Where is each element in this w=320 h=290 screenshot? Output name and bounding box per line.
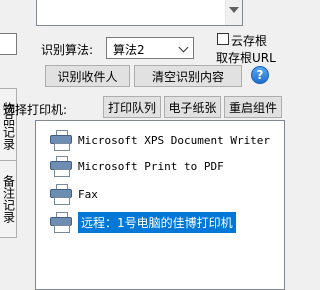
printer-icon xyxy=(50,184,72,205)
restart-component-button[interactable]: 重启组件 xyxy=(224,96,282,118)
printer-list-item[interactable]: Microsoft Print to PDF xyxy=(50,155,224,177)
printer-name: Microsoft Print to PDF xyxy=(78,159,224,173)
printer-icon xyxy=(50,212,72,233)
get-url-label[interactable]: 取存根URL xyxy=(216,49,276,66)
printer-name: 远程：1号电脑的佳博打印机 xyxy=(78,211,236,233)
tab-item-records[interactable]: 物品记录 xyxy=(0,88,17,164)
chevron-down-icon xyxy=(178,42,189,53)
recognition-textarea[interactable] xyxy=(36,0,243,26)
select-printer-label: 选择打印机: xyxy=(3,103,68,117)
scroll-down-arrow-icon[interactable] xyxy=(229,7,239,13)
left-partial-input[interactable] xyxy=(0,33,17,55)
algorithm-label: 识别算法: xyxy=(41,43,94,57)
help-icon[interactable]: ? xyxy=(251,66,269,84)
textarea-scrollbar[interactable] xyxy=(225,0,242,25)
printer-name: Fax xyxy=(78,187,98,201)
print-queue-button[interactable]: 打印队列 xyxy=(103,96,161,118)
clear-recognition-button[interactable]: 清空识别内容 xyxy=(134,65,242,87)
printer-list-item[interactable]: Microsoft XPS Document Writer xyxy=(50,129,270,151)
printer-name: Microsoft XPS Document Writer xyxy=(78,133,271,147)
cloud-save-checkbox[interactable] xyxy=(217,33,229,45)
algorithm-select[interactable]: 算法2 xyxy=(106,37,194,59)
printer-list-item-selected[interactable]: 远程：1号电脑的佳博打印机 xyxy=(50,211,236,233)
printer-icon xyxy=(50,156,72,177)
tab-notes-records[interactable]: 备注记录 xyxy=(0,160,17,238)
algorithm-select-value: 算法2 xyxy=(113,43,145,57)
electronic-paper-button[interactable]: 电子纸张 xyxy=(164,96,221,118)
cloud-save-label[interactable]: 云存根 xyxy=(231,32,267,49)
printer-icon xyxy=(50,130,72,151)
printer-list-item[interactable]: Fax xyxy=(50,183,98,205)
printer-list[interactable]: Microsoft XPS Document Writer Microsoft … xyxy=(35,120,285,290)
recognize-recipient-button[interactable]: 识别收件人 xyxy=(45,65,130,87)
